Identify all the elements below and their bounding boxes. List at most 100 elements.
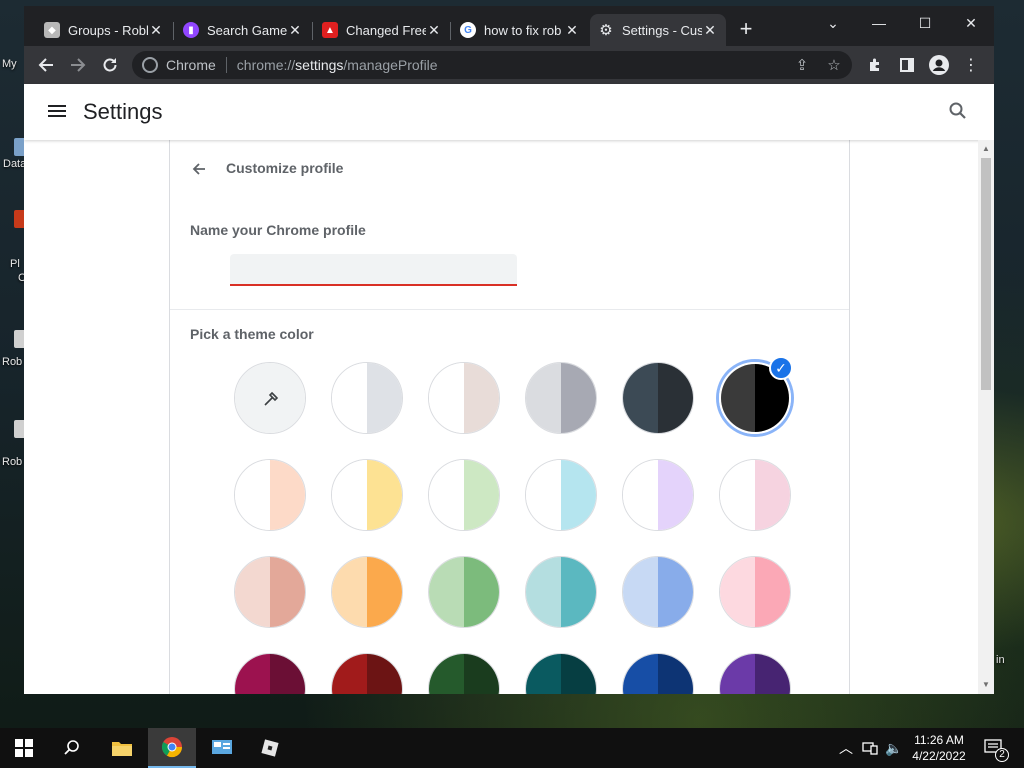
tab-search-games[interactable]: ▮ Search Games ✕ bbox=[175, 14, 311, 46]
theme-color-swatch[interactable] bbox=[525, 653, 597, 694]
notification-count-badge: 2 bbox=[995, 748, 1009, 762]
minimize-button[interactable]: — bbox=[856, 10, 902, 36]
theme-color-swatch[interactable] bbox=[525, 556, 597, 628]
url-host: settings bbox=[295, 57, 344, 73]
scroll-down-arrow-icon[interactable]: ▼ bbox=[981, 680, 991, 690]
theme-color-swatch[interactable] bbox=[428, 653, 500, 694]
theme-color-swatch[interactable] bbox=[719, 556, 791, 628]
control-panel-button[interactable] bbox=[198, 728, 246, 768]
theme-color-swatch[interactable] bbox=[622, 459, 694, 531]
clock-time: 11:26 AM bbox=[914, 733, 964, 747]
theme-color-swatch[interactable] bbox=[428, 459, 500, 531]
chrome-taskbar-button[interactable] bbox=[148, 728, 196, 768]
back-arrow-icon[interactable] bbox=[188, 158, 210, 180]
scroll-up-arrow-icon[interactable]: ▲ bbox=[981, 144, 991, 154]
desktop-label[interactable]: Data bbox=[3, 158, 26, 170]
show-hidden-icons-chevron-icon[interactable]: ︿ bbox=[836, 728, 856, 768]
theme-color-swatch[interactable] bbox=[428, 362, 500, 434]
back-arrow-icon bbox=[38, 58, 53, 72]
close-icon[interactable]: ✕ bbox=[287, 22, 303, 38]
omnibox-divider bbox=[225, 57, 227, 73]
clock-date: 4/22/2022 bbox=[912, 749, 966, 763]
tab-how-to-fix[interactable]: G how to fix rob ✕ bbox=[452, 14, 588, 46]
reload-button[interactable] bbox=[98, 53, 122, 77]
roblox-icon bbox=[261, 739, 279, 757]
kebab-menu-icon[interactable]: ⋮ bbox=[960, 54, 982, 76]
hamburger-menu-icon[interactable] bbox=[48, 102, 68, 122]
google-icon: G bbox=[460, 22, 476, 38]
new-tab-button[interactable]: + bbox=[736, 18, 756, 40]
theme-color-swatch[interactable] bbox=[622, 362, 694, 434]
chrome-window: ◆ Groups - Roblox ✕ ▮ Search Games ✕ ▲ C… bbox=[24, 6, 994, 694]
share-icon[interactable]: ⇪ bbox=[790, 51, 814, 79]
tab-search-dropdown-button[interactable]: ⌄ bbox=[810, 10, 856, 36]
desktop-label[interactable]: Rob bbox=[2, 356, 22, 368]
tab-settings[interactable]: ⚙ Settings - Cus ✕ bbox=[590, 14, 726, 46]
profile-avatar-icon[interactable] bbox=[928, 54, 950, 76]
side-panel-icon[interactable] bbox=[896, 54, 918, 76]
tab-groups-roblox[interactable]: ◆ Groups - Roblox ✕ bbox=[36, 14, 172, 46]
desktop-label[interactable]: in bbox=[996, 654, 1005, 666]
extensions-puzzle-icon[interactable] bbox=[864, 54, 886, 76]
profile-name-input[interactable] bbox=[230, 254, 517, 286]
tab-divider bbox=[173, 22, 174, 40]
theme-color-swatch[interactable] bbox=[719, 653, 791, 694]
theme-color-swatch[interactable] bbox=[719, 459, 791, 531]
chrome-chip[interactable]: Chrome bbox=[142, 57, 216, 73]
theme-color-swatch[interactable] bbox=[525, 459, 597, 531]
theme-color-swatch[interactable] bbox=[331, 556, 403, 628]
theme-color-swatch[interactable] bbox=[331, 459, 403, 531]
theme-color-swatch[interactable] bbox=[428, 556, 500, 628]
back-button[interactable] bbox=[34, 53, 58, 77]
theme-color-swatch[interactable] bbox=[331, 653, 403, 694]
desktop-label[interactable]: Pl bbox=[10, 258, 20, 270]
notifications-button[interactable]: 2 bbox=[978, 728, 1010, 768]
page-scrollbar[interactable]: ▲ ▼ bbox=[978, 140, 994, 694]
page-title: Customize profile bbox=[226, 160, 344, 176]
theme-color-swatch[interactable] bbox=[234, 459, 306, 531]
theme-color-swatch[interactable] bbox=[234, 653, 306, 694]
close-icon[interactable]: ✕ bbox=[564, 22, 580, 38]
desktop-label[interactable]: My bbox=[2, 58, 17, 70]
search-button[interactable] bbox=[48, 728, 96, 768]
network-icon[interactable] bbox=[858, 728, 882, 768]
close-icon[interactable]: ✕ bbox=[702, 22, 718, 38]
theme-color-label: Pick a theme color bbox=[190, 326, 314, 342]
custom-color-swatch[interactable] bbox=[234, 362, 306, 434]
eyedropper-icon bbox=[264, 391, 279, 406]
tab-changed-free[interactable]: ▲ Changed Free ✕ bbox=[314, 14, 450, 46]
tab-title: Search Games bbox=[207, 22, 287, 38]
start-button[interactable] bbox=[0, 728, 48, 768]
theme-color-swatch[interactable] bbox=[234, 556, 306, 628]
maximize-button[interactable]: ☐ bbox=[902, 10, 948, 36]
forward-button[interactable] bbox=[66, 53, 90, 77]
search-icon[interactable] bbox=[948, 101, 970, 123]
volume-icon[interactable]: 🔈 bbox=[882, 728, 906, 768]
file-explorer-button[interactable] bbox=[98, 728, 146, 768]
windows-taskbar: ︿ 🔈 11:26 AM 4/22/2022 2 bbox=[0, 728, 1024, 768]
roblox-taskbar-button[interactable] bbox=[246, 728, 294, 768]
theme-color-swatch[interactable] bbox=[331, 362, 403, 434]
tab-divider bbox=[450, 22, 451, 40]
profile-name-label: Name your Chrome profile bbox=[190, 222, 366, 238]
control-panel-icon bbox=[212, 740, 232, 754]
theme-color-swatch[interactable] bbox=[622, 556, 694, 628]
theme-color-swatch[interactable] bbox=[525, 362, 597, 434]
url-path: /manageProfile bbox=[343, 57, 438, 73]
search-icon bbox=[64, 740, 79, 755]
bookmark-star-icon[interactable]: ☆ bbox=[822, 51, 846, 79]
close-icon[interactable]: ✕ bbox=[148, 22, 164, 38]
settings-title: Settings bbox=[83, 99, 163, 124]
selected-checkmark-icon: ✓ bbox=[769, 356, 793, 380]
address-bar[interactable]: Chrome chrome:// settings /manageProfile… bbox=[132, 51, 852, 79]
close-window-button[interactable]: ✕ bbox=[948, 10, 994, 36]
chrome-logo-icon bbox=[142, 57, 158, 73]
tab-title: Changed Free bbox=[346, 22, 426, 38]
close-icon[interactable]: ✕ bbox=[426, 22, 442, 38]
theme-color-swatch[interactable] bbox=[622, 653, 694, 694]
system-clock[interactable]: 11:26 AM 4/22/2022 bbox=[904, 732, 974, 764]
desktop-label[interactable]: Rob bbox=[2, 456, 22, 468]
scroll-thumb[interactable] bbox=[981, 158, 991, 390]
settings-gear-icon: ⚙ bbox=[599, 22, 613, 39]
folder-icon bbox=[112, 742, 132, 756]
